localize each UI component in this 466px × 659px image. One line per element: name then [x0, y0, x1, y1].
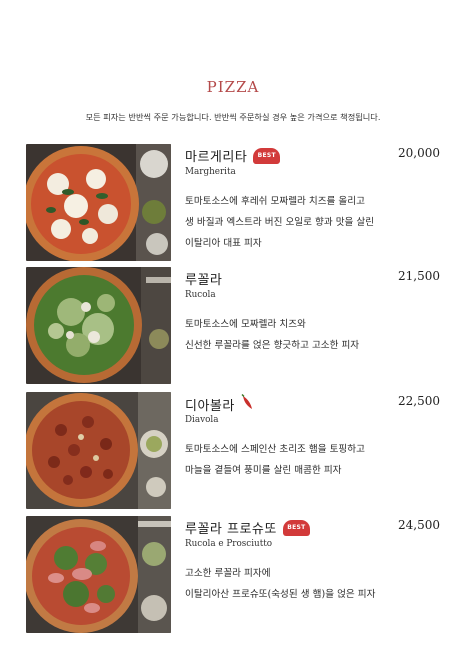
item-english-name: Rucola e Prosciutto [185, 539, 273, 549]
item-description: 토마토소스에 스페인산 초리조 햄을 토핑하고 마늘을 곁들여 풍미를 살린 매… [185, 439, 447, 481]
item-name: 디아볼라 [185, 393, 254, 414]
best-badge: BEST [253, 147, 281, 164]
description-line: 마늘을 곁들여 풍미를 살린 매콤한 피자 [185, 465, 342, 476]
diavola-photo [26, 392, 171, 509]
page-title: PIZZA [206, 78, 260, 96]
description-line: 고소한 루꼴라 피자에 [185, 568, 271, 579]
item-name: 마르게리타 BEST [185, 146, 281, 165]
item-name: 루꼴라 [185, 269, 222, 288]
item-price: 20,000 [398, 146, 440, 160]
item-english-name: Diavola [185, 415, 219, 425]
item-description: 고소한 루꼴라 피자에 이탈리아산 프로슈또(숙성된 생 햄)을 얹은 피자 [185, 563, 447, 605]
menu-notice: 모든 피자는 반반씩 주문 가능합니다. 반반씩 주문하실 경우 높은 가격으로… [85, 112, 381, 122]
chili-pepper-icon [240, 393, 254, 414]
item-price: 21,500 [398, 269, 440, 283]
item-english-name: Margherita [185, 167, 236, 177]
margherita-photo [26, 144, 171, 261]
rucola-photo [26, 267, 171, 384]
item-name: 루꼴라 프로슈또 BEST [185, 518, 310, 537]
item-price: 24,500 [398, 518, 440, 532]
description-line: 신선한 루꼴라를 얹은 향긋하고 고소한 피자 [185, 340, 360, 351]
description-line: 이탈리아 대표 피자 [185, 238, 262, 249]
item-name-text: 루꼴라 [185, 273, 223, 288]
description-line: 생 바질과 엑스트라 버진 오일로 향과 맛을 살린 [185, 217, 375, 228]
menu-item-rucola-prosciutto: 루꼴라 프로슈또 BEST 24,500 Rucola e Prosciutto… [26, 516, 446, 633]
item-name-text: 루꼴라 프로슈또 [185, 522, 277, 537]
description-line: 이탈리아산 프로슈또(숙성된 생 햄)을 얹은 피자 [185, 589, 376, 600]
item-name-text: 디아볼라 [185, 398, 235, 414]
menu-item-diavola: 디아볼라 22,500 Diavola 토마토소스에 스페인산 초리조 햄을 토… [26, 392, 446, 509]
item-name-text: 마르게리타 [185, 150, 248, 165]
menu-item-margherita: 마르게리타 BEST 20,000 Margherita 토마토소스에 후레쉬 … [26, 144, 446, 261]
menu-item-rucola: 루꼴라 21,500 Rucola 토마토소스에 모짜렐라 치즈와 신선한 루꼴… [26, 267, 446, 384]
description-line: 토마토소스에 모짜렐라 치즈와 [185, 319, 306, 330]
item-description: 토마토소스에 모짜렐라 치즈와 신선한 루꼴라를 얹은 향긋하고 고소한 피자 [185, 314, 447, 356]
description-line: 토마토소스에 후레쉬 모짜렐라 치즈를 올리고 [185, 196, 365, 207]
best-badge: BEST [282, 519, 310, 536]
rucola-prosciutto-photo [26, 516, 171, 633]
description-line: 토마토소스에 스페인산 초리조 햄을 토핑하고 [185, 444, 365, 455]
item-english-name: Rucola [185, 290, 216, 300]
item-price: 22,500 [398, 394, 440, 408]
item-description: 토마토소스에 후레쉬 모짜렐라 치즈를 올리고 생 바질과 엑스트라 버진 오일… [185, 191, 447, 254]
